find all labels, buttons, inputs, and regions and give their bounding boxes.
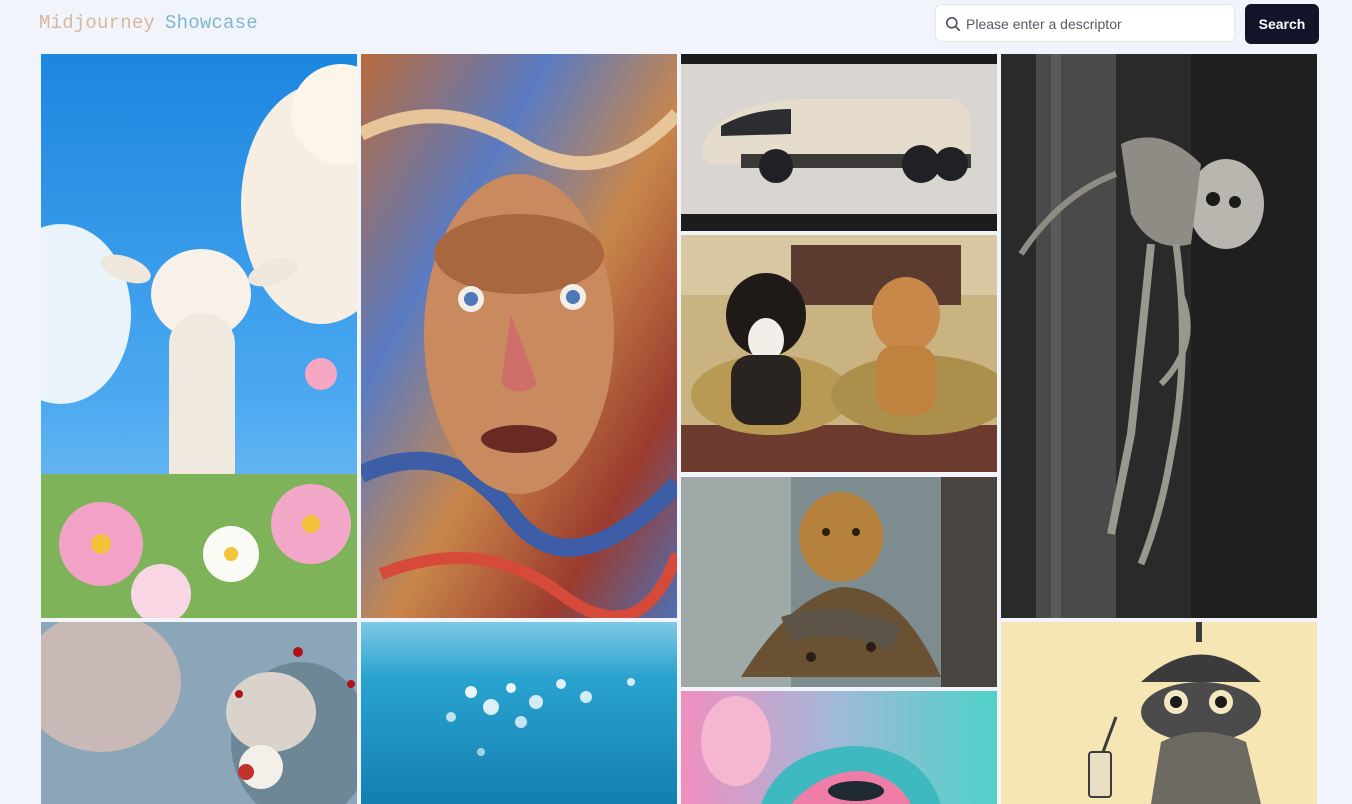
brand-word-showcase: Showcase [165, 12, 258, 34]
site-logo[interactable]: Midjourney Showcase [39, 12, 258, 34]
search-field[interactable] [935, 4, 1235, 42]
coral-neon-image[interactable] [681, 691, 997, 804]
retro-futuristic-vehicle-image[interactable] [681, 54, 997, 231]
search-input[interactable] [964, 11, 1228, 37]
sketch-creature-with-drink-image[interactable] [1001, 622, 1317, 804]
dogs-in-pickup-truck-image[interactable] [681, 235, 997, 472]
search-icon [946, 17, 961, 32]
top-bar: Midjourney Showcase Search [0, 0, 1352, 52]
brand-word-midjourney: Midjourney [39, 12, 156, 34]
marbled-face-portrait-image[interactable] [361, 54, 677, 618]
skeletal-creature-on-tree-image[interactable] [1001, 54, 1317, 618]
ocean-sparkle-image[interactable] [361, 622, 677, 804]
leopard-cat-warrior-image[interactable] [681, 477, 997, 687]
llama-in-flowers-image[interactable] [41, 54, 357, 618]
search-button[interactable]: Search [1245, 4, 1319, 44]
crowned-bird-image[interactable] [41, 622, 357, 804]
